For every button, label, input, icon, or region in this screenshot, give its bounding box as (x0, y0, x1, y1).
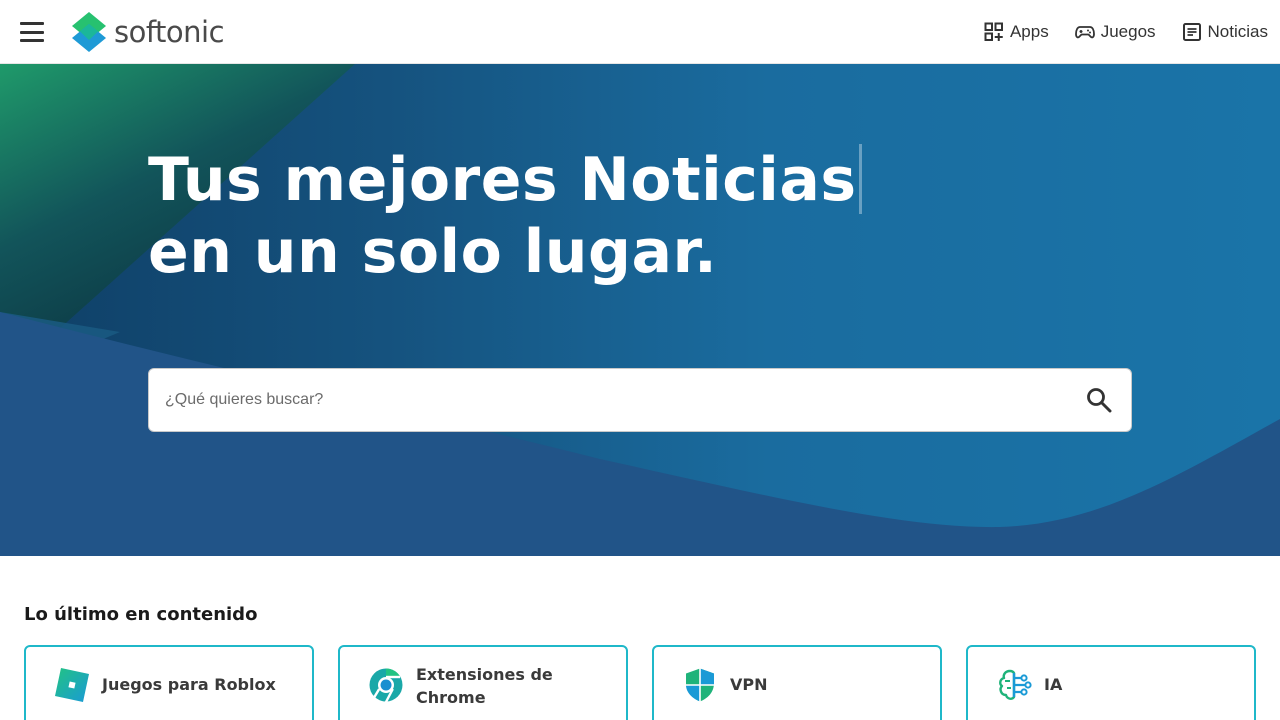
card-chrome-label: Extensiones de Chrome (416, 665, 553, 707)
card-roblox-label: Juegos para Roblox (102, 675, 276, 694)
card-ia-label: IA (1044, 675, 1063, 694)
main-nav: Apps Juegos Noticias (984, 0, 1268, 64)
hamburger-menu-icon[interactable] (18, 20, 46, 44)
search-input[interactable] (149, 369, 1067, 431)
typing-cursor (858, 144, 862, 214)
hero-title-line1: Tus mejores Noticias (148, 145, 857, 215)
site-header: softonic Apps Juegos Noticias (0, 0, 1280, 64)
card-vpn[interactable]: VPN (652, 645, 942, 720)
hero-banner: Tus mejores Noticias en un solo lugar. (0, 64, 1280, 556)
hero-title: Tus mejores Noticias en un solo lugar. (148, 144, 862, 288)
logo-mark-icon (72, 12, 106, 52)
nav-noticias[interactable]: Noticias (1182, 22, 1268, 42)
card-chrome[interactable]: Extensiones de Chrome (338, 645, 628, 720)
apps-grid-icon (984, 22, 1003, 41)
card-roblox[interactable]: Juegos para Roblox (24, 645, 314, 720)
roblox-icon (55, 668, 89, 702)
search-button[interactable] (1067, 368, 1131, 432)
hero-background (0, 64, 1280, 556)
card-ia[interactable]: IA (966, 645, 1256, 720)
hero-title-line2: en un solo lugar. (148, 217, 718, 287)
section-title: Lo último en contenido (24, 604, 258, 625)
gamepad-icon (1074, 26, 1095, 39)
shield-icon (686, 668, 714, 702)
nav-juegos-label: Juegos (1100, 22, 1156, 41)
card-vpn-label: VPN (730, 675, 768, 694)
news-article-icon (1182, 23, 1201, 41)
ai-brain-icon (999, 669, 1032, 700)
softonic-logo[interactable]: softonic (72, 12, 225, 52)
category-cards: Juegos para Roblox Extensiones de Chrome… (24, 645, 1256, 720)
logo-text: softonic (114, 15, 225, 49)
nav-apps-label: Apps (1009, 22, 1049, 41)
search-bar (148, 368, 1132, 432)
search-icon (1087, 388, 1112, 413)
nav-apps[interactable]: Apps (984, 22, 1049, 42)
nav-noticias-label: Noticias (1207, 22, 1268, 41)
nav-juegos[interactable]: Juegos (1074, 22, 1156, 42)
chrome-icon (369, 668, 403, 703)
